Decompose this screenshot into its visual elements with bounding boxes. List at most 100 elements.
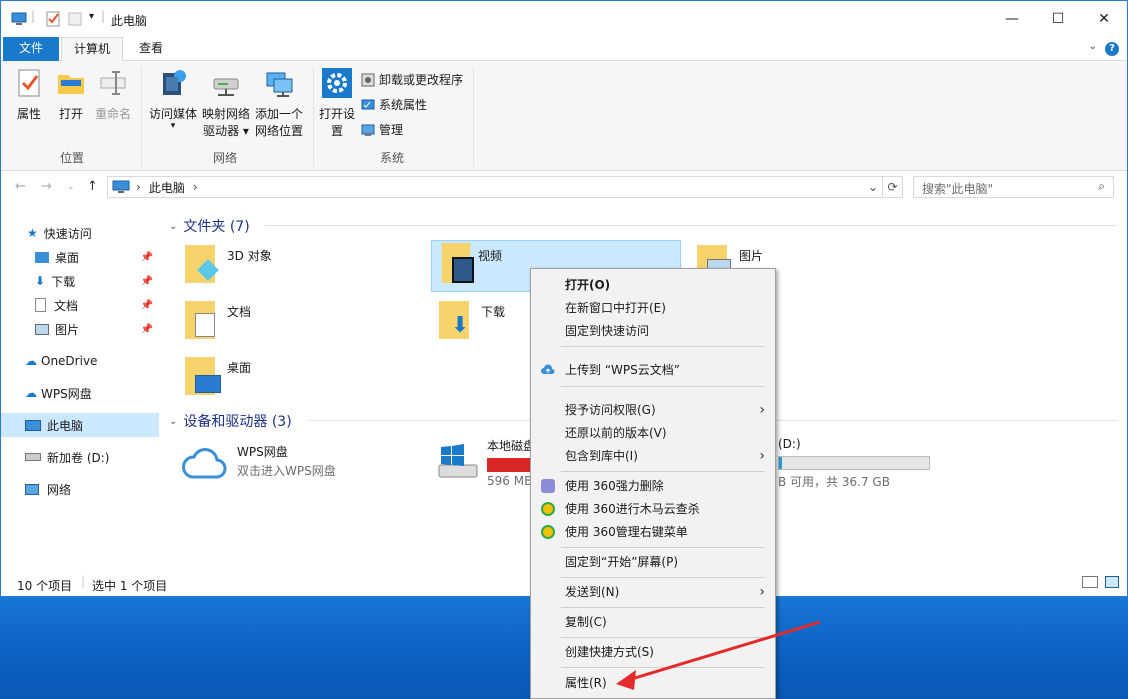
- new-folder-quick-icon[interactable]: [67, 11, 83, 27]
- search-placeholder: 搜索"此电脑": [922, 182, 994, 196]
- tab-file[interactable]: 文件: [3, 37, 59, 61]
- shredder-icon: [541, 479, 555, 493]
- rename-button[interactable]: 重命名: [93, 67, 133, 123]
- manage-button[interactable]: 管理: [361, 121, 403, 138]
- menu-item-include-library[interactable]: 包含到库中(I) ›: [531, 445, 775, 467]
- download-icon: ⬇: [35, 274, 46, 288]
- menu-item-upload-wps[interactable]: 上传到 “WPS云文档”: [531, 359, 775, 381]
- back-arrow-icon[interactable]: ←: [15, 179, 26, 194]
- access-media-button[interactable]: 访问媒体 ▾: [147, 67, 199, 131]
- address-dropdown-icon[interactable]: ⌄: [868, 180, 878, 194]
- sidebar-item-downloads[interactable]: ⬇ 下载 📌: [1, 269, 159, 293]
- menu-item-pin-quick-access[interactable]: 固定到快速访问: [531, 320, 775, 342]
- menu-item-properties[interactable]: 属性(R): [531, 672, 775, 694]
- submenu-arrow-icon: ›: [759, 448, 765, 464]
- 360-shield-icon: [541, 525, 555, 539]
- submenu-arrow-icon: ›: [759, 402, 765, 418]
- manage-icon: [361, 124, 375, 136]
- menu-separator: [561, 471, 765, 472]
- up-arrow-icon[interactable]: ↑: [87, 179, 98, 194]
- open-button[interactable]: 打开: [53, 67, 89, 123]
- group-label-location: 位置: [60, 151, 85, 165]
- uninstall-program-button[interactable]: 卸载或更改程序: [361, 71, 463, 88]
- menu-item-360-scan[interactable]: 使用 360进行木马云查杀: [531, 498, 775, 520]
- map-network-drive-button[interactable]: 映射网络驱动器 ▾: [199, 67, 253, 140]
- add-network-location-button[interactable]: 添加一个网络位置: [253, 67, 305, 140]
- collapse-chevron-icon[interactable]: ⌄: [169, 221, 177, 232]
- sidebar-item-documents[interactable]: 文档 📌: [1, 293, 159, 317]
- customize-quick-access-icon[interactable]: ▾: [89, 11, 94, 22]
- system-properties-button[interactable]: 系统属性: [361, 96, 427, 113]
- sidebar-item-network[interactable]: 网络: [1, 477, 159, 501]
- menu-item-grant-access[interactable]: 授予访问权限(G) ›: [531, 399, 775, 421]
- recent-locations-icon[interactable]: ⌄: [67, 182, 75, 192]
- folders-section-header[interactable]: ⌄ 文件夹 (7): [169, 216, 250, 236]
- menu-item-360-delete[interactable]: 使用 360强力删除: [531, 475, 775, 497]
- status-item-count: 10 个项目: [17, 579, 73, 593]
- minimize-button[interactable]: —: [989, 1, 1035, 37]
- computer-icon: [112, 180, 130, 193]
- document-icon: [35, 298, 46, 312]
- properties-quick-icon[interactable]: [45, 11, 61, 27]
- drive-usage-fill: [779, 457, 782, 469]
- windows-drive-icon: [438, 444, 478, 478]
- drive-d-label[interactable]: (D:): [778, 437, 801, 451]
- search-input[interactable]: 搜索"此电脑" ⌕: [913, 176, 1114, 198]
- menu-separator: [561, 547, 765, 548]
- address-bar-row: ← → ⌄ ↑ › 此电脑 › ⌄ ⟳ 搜索"此电脑" ⌕: [1, 171, 1127, 207]
- properties-button[interactable]: 属性: [11, 67, 47, 123]
- uninstall-icon: [361, 73, 375, 86]
- collapse-chevron-icon[interactable]: ⌄: [169, 416, 177, 427]
- wps-cloud-icon: [182, 448, 227, 479]
- folder-desktop[interactable]: 桌面: [181, 353, 431, 405]
- downloads-folder-icon: ⬇: [435, 297, 473, 341]
- pin-icon[interactable]: 📌: [141, 276, 153, 287]
- large-icons-view-icon[interactable]: [1105, 576, 1119, 588]
- address-field[interactable]: › 此电脑 › ⌄: [107, 176, 883, 198]
- pin-icon[interactable]: 📌: [141, 300, 153, 311]
- details-view-icon[interactable]: [1082, 576, 1098, 588]
- menu-item-create-shortcut[interactable]: 创建快捷方式(S): [531, 641, 775, 663]
- drive-wps[interactable]: WPS网盘 双击进入WPS网盘: [181, 443, 336, 483]
- sidebar-item-this-pc[interactable]: 此电脑: [1, 413, 159, 437]
- maximize-button[interactable]: ☐: [1035, 1, 1081, 37]
- group-separator: [141, 67, 142, 167]
- pin-icon[interactable]: 📌: [141, 324, 153, 335]
- drives-section-header[interactable]: ⌄ 设备和驱动器 (3): [169, 411, 292, 431]
- menu-item-open-new-window[interactable]: 在新窗口中打开(E): [531, 297, 775, 319]
- map-network-drive-label: 映射网络驱动器: [201, 107, 250, 138]
- sidebar-item-pictures[interactable]: 图片 📌: [1, 317, 159, 341]
- help-icon[interactable]: ?: [1105, 42, 1119, 56]
- 3d-objects-folder-icon: [181, 241, 219, 285]
- sidebar-item-quick-access[interactable]: ★ 快速访问: [1, 221, 159, 245]
- forward-arrow-icon[interactable]: →: [41, 179, 52, 194]
- video-folder-icon: [432, 241, 474, 285]
- breadcrumb-separator-icon: ›: [136, 180, 141, 194]
- group-separator: [473, 67, 474, 167]
- menu-item-pin-start[interactable]: 固定到“开始”屏幕(P): [531, 551, 775, 573]
- menu-item-360-manage[interactable]: 使用 360管理右键菜单: [531, 521, 775, 543]
- breadcrumb-this-pc[interactable]: 此电脑: [149, 179, 185, 196]
- menu-item-send-to[interactable]: 发送到(N) ›: [531, 581, 775, 603]
- menu-item-open[interactable]: 打开(O): [531, 274, 775, 296]
- menu-item-copy[interactable]: 复制(C): [531, 611, 775, 633]
- sidebar-item-onedrive[interactable]: ☁ OneDrive: [1, 349, 159, 373]
- tab-view[interactable]: 查看: [129, 37, 173, 61]
- documents-folder-icon: [181, 297, 219, 341]
- tab-computer[interactable]: 计算机: [61, 37, 123, 62]
- pin-icon[interactable]: 📌: [141, 252, 153, 263]
- group-label-system: 系统: [380, 151, 405, 165]
- sidebar-item-wps-drive[interactable]: ☁ WPS网盘: [1, 381, 159, 405]
- ribbon-expand-icon[interactable]: ⌄: [1089, 41, 1097, 52]
- breadcrumb-chevron-icon[interactable]: ›: [193, 180, 198, 194]
- menu-item-restore-versions[interactable]: 还原以前的版本(V): [531, 422, 775, 444]
- close-button[interactable]: ✕: [1081, 1, 1127, 37]
- folder-3d-objects[interactable]: 3D 对象: [181, 241, 431, 293]
- drive-usage-bar: [487, 458, 535, 472]
- sidebar-item-desktop[interactable]: 桌面 📌: [1, 245, 159, 269]
- open-settings-button[interactable]: 打开设置: [319, 67, 355, 140]
- folder-documents[interactable]: 文档: [181, 297, 431, 349]
- drive-local-c[interactable]: 本地磁盘 596 MB: [437, 437, 535, 488]
- sidebar-item-new-volume[interactable]: 新加卷 (D:): [1, 445, 159, 469]
- refresh-icon[interactable]: ⟳: [883, 176, 903, 198]
